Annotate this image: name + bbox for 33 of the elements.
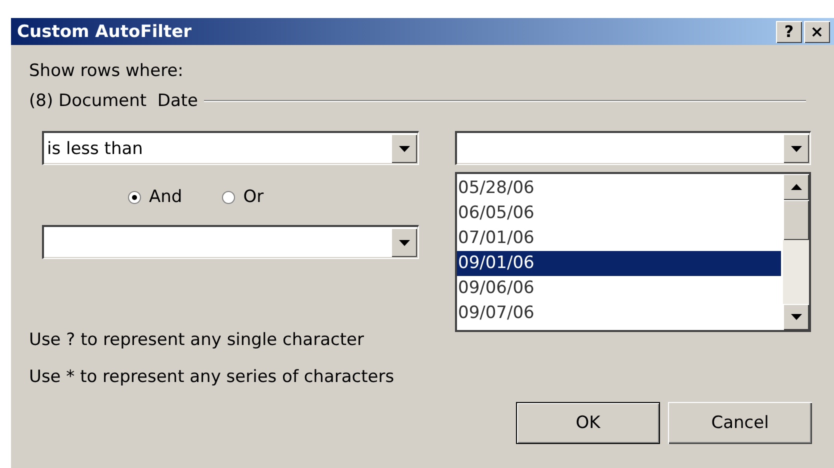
list-item[interactable]: 07/01/06 — [457, 226, 781, 251]
hint-text: Use ? to represent any single character — [29, 329, 365, 352]
dialog-button[interactable]: OK — [516, 402, 660, 444]
scrollbar[interactable] — [783, 174, 809, 330]
down-arrow-icon — [790, 146, 802, 152]
dropdown-button[interactable] — [391, 134, 417, 163]
operator-dropdown[interactable]: is less than — [42, 131, 419, 165]
value-dropdown[interactable] — [455, 131, 811, 165]
list-item[interactable]: 09/06/06 — [457, 276, 781, 301]
up-arrow-icon — [790, 184, 802, 190]
down-arrow-icon — [790, 314, 802, 320]
date-list[interactable]: 05/28/06 06/05/06 07/01/06 09/01/06 09/06/06 09/07/06 — [455, 172, 811, 332]
help-button[interactable]: ? — [776, 20, 802, 42]
list-item[interactable]: 05/28/06 — [457, 176, 781, 201]
list-item[interactable]: 09/07/06 — [457, 301, 781, 326]
down-arrow-icon — [398, 240, 410, 246]
combo-value: is less than — [47, 138, 143, 158]
close-button[interactable]: × — [804, 20, 830, 42]
dialog-button[interactable]: Cancel — [668, 402, 812, 444]
operator-dropdown[interactable] — [42, 225, 419, 259]
list-item[interactable]: 06/05/06 — [457, 201, 781, 226]
group-label: (8) Document Date — [29, 91, 198, 111]
dropdown-button[interactable] — [391, 228, 417, 257]
radio-option[interactable]: Or — [222, 187, 264, 207]
dropdown-button[interactable] — [783, 134, 809, 163]
down-arrow-icon — [398, 146, 410, 152]
hint-text: Use * to represent any series of characters — [29, 366, 396, 389]
prompt-label: Show rows where: — [29, 60, 184, 83]
list-item[interactable]: 09/01/06 — [457, 251, 781, 276]
scroll-up-button[interactable] — [783, 174, 809, 200]
window-title: Custom AutoFilter — [17, 22, 193, 42]
scroll-down-button[interactable] — [783, 304, 809, 330]
radio-option[interactable]: And — [128, 187, 182, 207]
